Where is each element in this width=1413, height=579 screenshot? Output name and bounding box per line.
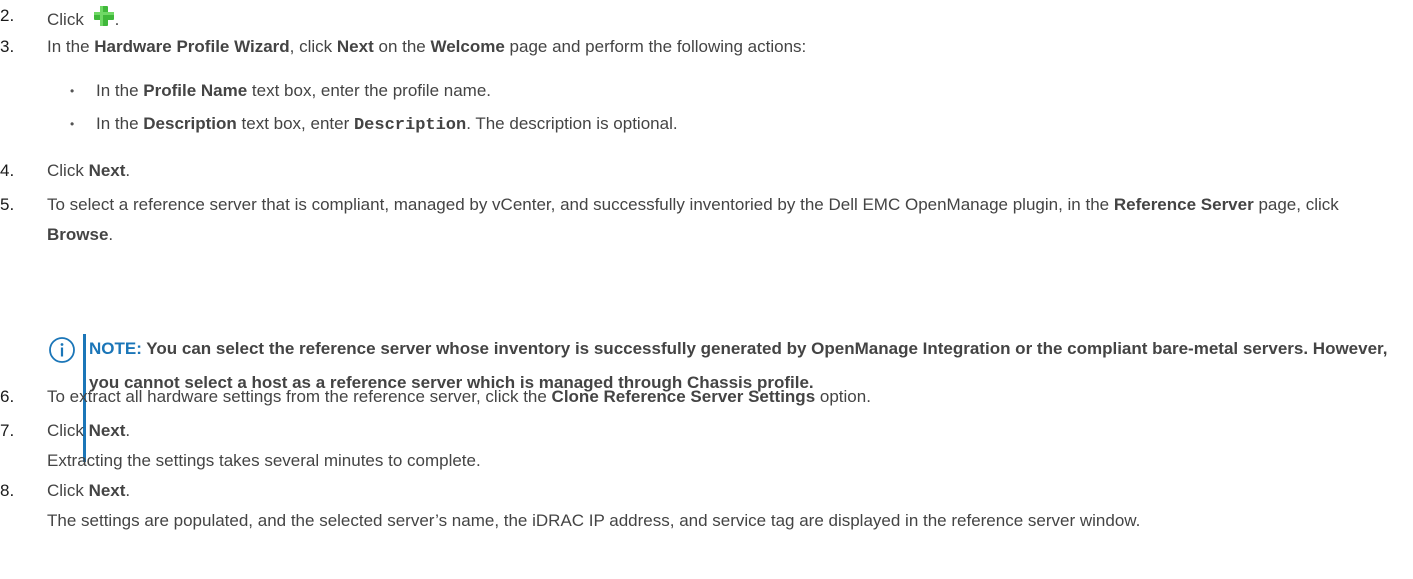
document-page: 2. Click . 3. In the Hardware Profile Wi… <box>0 0 1413 579</box>
bullet-dot: • <box>70 84 75 98</box>
bullet-dot: • <box>70 117 75 131</box>
step-text: . <box>125 161 131 180</box>
ui-term: Clone Reference Server Settings <box>551 387 816 406</box>
step-text: In the <box>47 37 95 56</box>
step-text: . <box>125 481 131 500</box>
plus-icon <box>93 5 115 33</box>
bullet-text: . The description is optional. <box>466 114 678 133</box>
bullet-text: In the <box>96 114 144 133</box>
step-text: on the <box>373 37 431 56</box>
step-2: 2. Click . <box>0 5 1405 33</box>
ui-term: Next <box>88 161 126 180</box>
code-term: Description <box>353 116 467 135</box>
bullet-text: text box, enter the profile name. <box>247 81 492 100</box>
ui-term: Reference Server <box>1113 195 1254 214</box>
note-body: You can select the reference server whos… <box>89 339 1388 392</box>
step-6: 6. To extract all hardware settings from… <box>0 386 1405 408</box>
bullet-text: text box, enter <box>236 114 354 133</box>
ui-term: Next <box>88 421 126 440</box>
info-icon <box>48 336 76 369</box>
step-number: 7. <box>0 421 15 440</box>
ui-term: Description <box>143 114 237 133</box>
step-text: option. <box>815 387 871 406</box>
step-8: 8. Click Next. The settings are populate… <box>0 476 1405 536</box>
step-text: , click <box>289 37 337 56</box>
ui-term: Next <box>88 481 126 500</box>
step-number: 2. <box>0 6 15 25</box>
list-item: • In the Profile Name text box, enter th… <box>70 80 491 102</box>
ui-term: Next <box>336 37 374 56</box>
ui-term: Browse <box>47 225 109 244</box>
step-detail: The settings are populated, and the sele… <box>47 511 1141 530</box>
step-number: 4. <box>0 161 15 180</box>
list-item: • In the Description text box, enter Des… <box>70 113 678 137</box>
step-number: 3. <box>0 37 15 56</box>
step-3: 3. In the Hardware Profile Wizard, click… <box>0 36 1405 58</box>
step-text: . <box>125 421 131 440</box>
step-text: page, click <box>1253 195 1339 214</box>
step-text: Click <box>47 161 89 180</box>
step-7: 7. Click Next. Extracting the settings t… <box>0 416 1405 476</box>
ui-term: Profile Name <box>143 81 248 100</box>
step-text: . <box>108 225 114 244</box>
step-text: page and perform the following actions: <box>504 37 807 56</box>
step-text: To extract all hardware settings from th… <box>47 387 552 406</box>
bullet-text: In the <box>96 81 144 100</box>
step-number: 8. <box>0 481 15 500</box>
step-detail: Extracting the settings takes several mi… <box>47 451 481 470</box>
step-text: . <box>114 10 120 29</box>
step-text: Click <box>47 10 89 29</box>
ui-term: Hardware Profile Wizard <box>94 37 290 56</box>
step-text: To select a reference server that is com… <box>47 195 1114 214</box>
ui-term: Welcome <box>430 37 505 56</box>
step-5: 5. To select a reference server that is … <box>0 190 1405 250</box>
step-text: Click <box>47 421 89 440</box>
step-4: 4. Click Next. <box>0 160 1405 182</box>
note-label: NOTE: <box>89 339 142 358</box>
step-number: 6. <box>0 387 15 406</box>
step-text: Click <box>47 481 89 500</box>
step-number: 5. <box>0 195 15 214</box>
